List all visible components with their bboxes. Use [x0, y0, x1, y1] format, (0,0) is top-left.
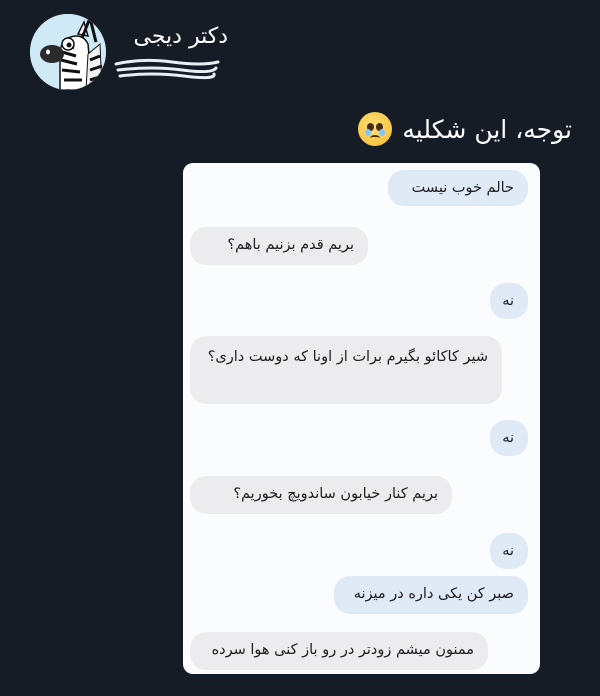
message-received: بریم کنار خیابون ساندویچ بخوریم؟ — [190, 476, 452, 514]
avatar[interactable] — [30, 14, 106, 90]
tweet-body: توجه، این شکلیه — [402, 114, 572, 144]
message-sent: نه — [490, 533, 528, 569]
chat-screenshot: حالم خوب نیست بریم قدم بزنیم باهم؟ نه شی… — [183, 163, 540, 674]
tweet-text: توجه، این شکلیه — [358, 112, 572, 146]
pleading-face-icon — [358, 112, 393, 146]
author-name[interactable]: دکتر دیجی — [134, 24, 229, 49]
message-sent: نه — [490, 420, 528, 456]
message-received: ممنون میشم زودتر در رو باز کنی هوا سرده — [190, 632, 488, 670]
message-sent: صبر کن یکی داره در میزنه — [334, 576, 528, 614]
message-sent: حالم خوب نیست — [388, 170, 528, 206]
message-received: شیر کاکائو بگیرم برات از اونا که دوست دا… — [190, 336, 502, 404]
zebra-icon — [30, 14, 106, 90]
message-received: بریم قدم بزنیم باهم؟ — [190, 227, 368, 265]
message-sent: نه — [490, 283, 528, 319]
redacted-handle-scribble — [114, 58, 220, 80]
